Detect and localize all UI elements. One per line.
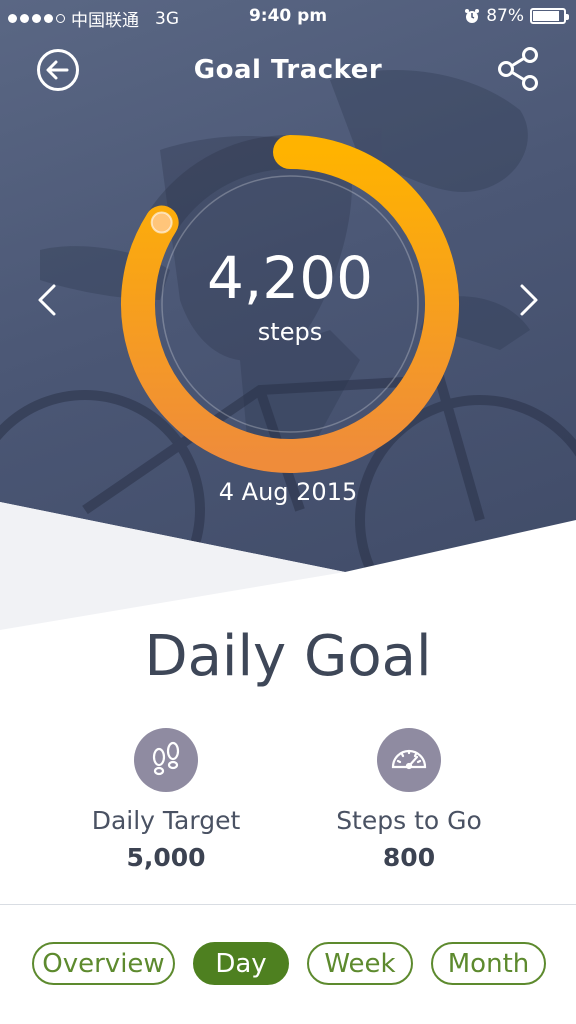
hero-bottom-shape xyxy=(0,502,576,640)
daily-goal-title: Daily Goal xyxy=(144,624,432,689)
chevron-left-icon xyxy=(38,284,56,316)
steps-to-go-label: Steps to Go xyxy=(336,806,482,835)
battery-percent: 87% xyxy=(486,6,524,26)
tab-month[interactable]: Month xyxy=(431,942,546,985)
footprints-icon xyxy=(134,728,198,792)
steps-to-go-value: 800 xyxy=(382,843,436,872)
daily-target-stat: Daily Target 5,000 xyxy=(56,728,276,872)
daily-target-label: Daily Target xyxy=(91,806,241,835)
steps-unit-label: steps xyxy=(257,318,323,346)
hero-section: 中国联通 3G 9:40 pm 87% Goal Tracker 4,200 s… xyxy=(0,0,576,640)
divider xyxy=(0,904,576,905)
chevron-right-icon xyxy=(520,284,538,316)
tab-overview[interactable]: Overview xyxy=(32,942,175,985)
tab-day[interactable]: Day xyxy=(193,942,289,985)
tab-week[interactable]: Week xyxy=(307,942,413,985)
daily-target-value: 5,000 xyxy=(126,843,206,872)
speedometer-icon xyxy=(377,728,441,792)
battery-icon xyxy=(530,8,569,24)
share-button[interactable] xyxy=(496,46,542,92)
share-icon xyxy=(498,47,538,91)
status-right: 87% xyxy=(464,6,569,26)
alarm-clock-icon xyxy=(465,9,480,23)
status-bar: 中国联通 3G 9:40 pm 87% xyxy=(0,0,576,34)
steps-count: 4,200 xyxy=(206,244,374,312)
page-title: Goal Tracker xyxy=(193,55,383,85)
previous-day-button[interactable] xyxy=(32,282,64,318)
steps-to-go-stat: Steps to Go 800 xyxy=(299,728,519,872)
progress-ring-knob xyxy=(150,211,173,234)
next-day-button[interactable] xyxy=(512,282,544,318)
